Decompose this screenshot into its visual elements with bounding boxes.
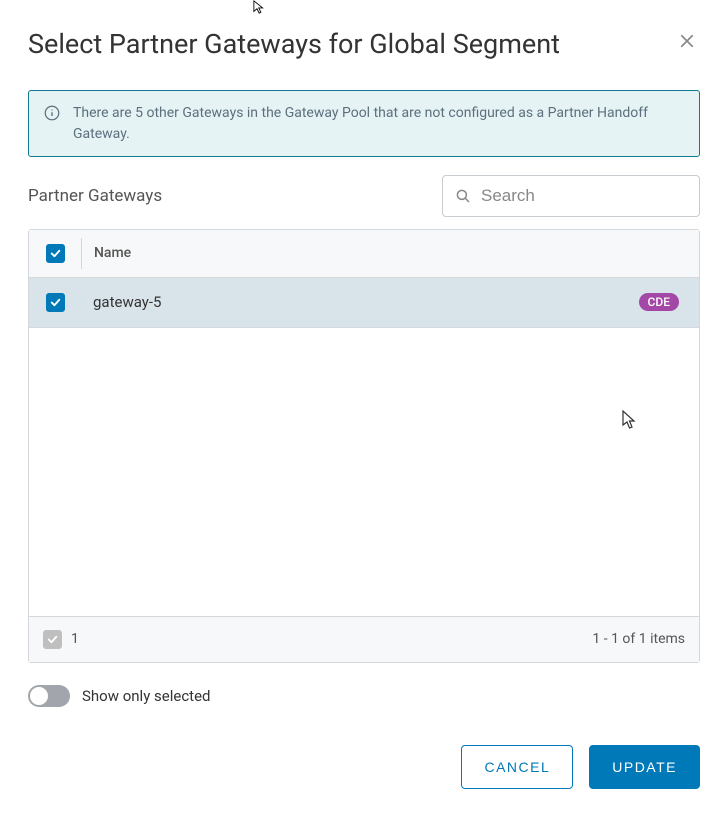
info-icon — [43, 103, 61, 144]
section-title: Partner Gateways — [28, 186, 162, 206]
modal-title: Select Partner Gateways for Global Segme… — [28, 28, 560, 60]
toggle-row: Show only selected — [28, 685, 700, 707]
table-footer: 1 1 - 1 of 1 items — [29, 616, 699, 662]
close-button[interactable] — [674, 28, 700, 57]
close-icon — [678, 32, 696, 53]
cancel-button[interactable]: CANCEL — [461, 745, 573, 789]
button-row: CANCEL UPDATE — [28, 745, 700, 801]
info-banner: There are 5 other Gateways in the Gatewa… — [28, 90, 700, 157]
table-header-row: Name — [29, 230, 699, 278]
table-body: gateway-5 CDE — [29, 278, 699, 616]
section-row: Partner Gateways — [28, 175, 700, 217]
pagination-range: 1 - 1 of 1 items — [592, 631, 685, 647]
toggle-knob — [30, 687, 48, 705]
select-all-checkbox[interactable] — [46, 244, 65, 263]
update-button[interactable]: UPDATE — [589, 745, 700, 789]
modal: Select Partner Gateways for Global Segme… — [0, 0, 728, 815]
footer-left: 1 — [43, 630, 79, 649]
toggle-label: Show only selected — [82, 687, 211, 705]
gateway-name: gateway-5 — [93, 293, 161, 311]
gateways-table: Name gateway-5 CDE — [28, 229, 700, 663]
row-checkbox-cell — [29, 278, 81, 327]
selected-count: 1 — [71, 631, 79, 647]
header-name-cell[interactable]: Name — [82, 245, 699, 261]
search-wrap — [442, 175, 700, 217]
row-badge-cell: CDE — [639, 293, 699, 311]
footer-checkbox — [43, 630, 62, 649]
header-checkbox-cell — [29, 230, 81, 277]
search-input[interactable] — [442, 175, 700, 217]
column-header-name: Name — [94, 245, 131, 261]
info-text: There are 5 other Gateways in the Gatewa… — [73, 103, 685, 144]
cde-badge: CDE — [639, 293, 679, 311]
row-name-cell: gateway-5 — [81, 293, 639, 311]
modal-header: Select Partner Gateways for Global Segme… — [28, 28, 700, 60]
show-only-selected-toggle[interactable] — [28, 685, 70, 707]
table-row[interactable]: gateway-5 CDE — [29, 278, 699, 328]
row-checkbox[interactable] — [46, 293, 65, 312]
